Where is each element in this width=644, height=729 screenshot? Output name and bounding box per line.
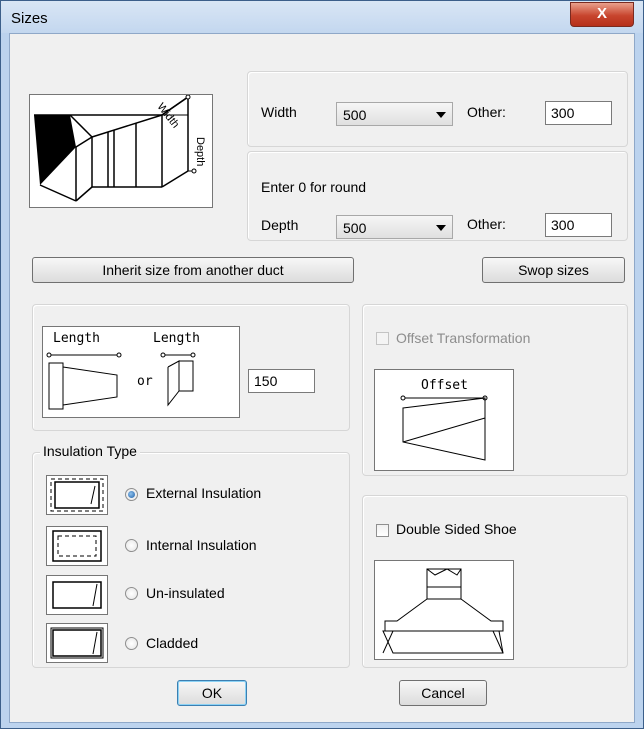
shoe-drawing <box>382 568 504 654</box>
cancel-button[interactable]: Cancel <box>399 680 487 706</box>
offset-diagram: Offset <box>374 369 514 471</box>
offset-transformation-label: Offset Transformation <box>396 330 531 346</box>
length-left-label: Length <box>53 331 100 346</box>
length-diagram: Length Length or <box>42 326 240 418</box>
close-button[interactable]: X <box>570 2 634 27</box>
depth-label: Depth <box>261 217 299 233</box>
depth-other-label: Other: <box>467 216 506 232</box>
ok-button[interactable]: OK <box>177 680 247 706</box>
length-value: 150 <box>254 373 278 389</box>
depth-other-input[interactable]: 300 <box>545 213 612 237</box>
cladded-icon <box>46 623 108 663</box>
width-select-value: 500 <box>343 107 367 123</box>
offset-image-label: Offset <box>421 378 468 393</box>
window-title: Sizes <box>11 10 48 27</box>
external-insulation-label: External Insulation <box>146 485 262 501</box>
width-select[interactable]: 500 <box>336 102 453 126</box>
internal-insulation-radio[interactable] <box>125 539 138 552</box>
depth-select-value: 500 <box>343 220 367 236</box>
double-sided-shoe-checkbox[interactable] <box>376 524 389 537</box>
shoe-diagram <box>374 560 514 660</box>
diagram-depth-label: Depth <box>194 137 206 167</box>
dialog-body: Width Depth Width 500 Other: 300 Enter 0… <box>9 33 635 723</box>
duct-size-diagram: Width Depth <box>29 94 213 208</box>
width-other-label: Other: <box>467 104 506 120</box>
duct-drawing <box>34 95 197 202</box>
inherit-size-button[interactable]: Inherit size from another duct <box>32 257 354 283</box>
depth-select[interactable]: 500 <box>336 215 453 239</box>
width-label: Width <box>261 104 297 120</box>
insulation-group-title: Insulation Type <box>40 443 140 459</box>
chevron-down-icon <box>436 225 446 231</box>
title-bar[interactable]: Sizes X <box>1 1 643 33</box>
length-input[interactable]: 150 <box>248 369 315 393</box>
width-other-value: 300 <box>551 105 575 121</box>
depth-other-value: 300 <box>551 217 575 233</box>
cladded-radio[interactable] <box>125 637 138 650</box>
close-icon: X <box>596 5 607 22</box>
cladded-label: Cladded <box>146 635 199 651</box>
external-insulation-radio[interactable] <box>125 488 138 501</box>
chevron-down-icon <box>436 112 446 118</box>
un-insulated-radio[interactable] <box>125 587 138 600</box>
internal-insulation-label: Internal Insulation <box>146 537 257 553</box>
length-or-text: or <box>137 374 153 389</box>
length-right-label: Length <box>153 331 200 346</box>
internal-insulation-icon <box>46 526 108 566</box>
round-hint: Enter 0 for round <box>261 179 367 195</box>
sizes-dialog: Sizes X Width Depth Width 500 Other: 300… <box>0 0 644 729</box>
double-sided-shoe-label: Double Sided Shoe <box>396 521 517 537</box>
un-insulated-icon <box>46 575 108 615</box>
swop-sizes-button[interactable]: Swop sizes <box>482 257 625 283</box>
external-insulation-icon <box>46 475 108 515</box>
un-insulated-label: Un-insulated <box>146 585 225 601</box>
width-other-input[interactable]: 300 <box>545 101 612 125</box>
offset-transformation-checkbox[interactable] <box>376 332 389 345</box>
